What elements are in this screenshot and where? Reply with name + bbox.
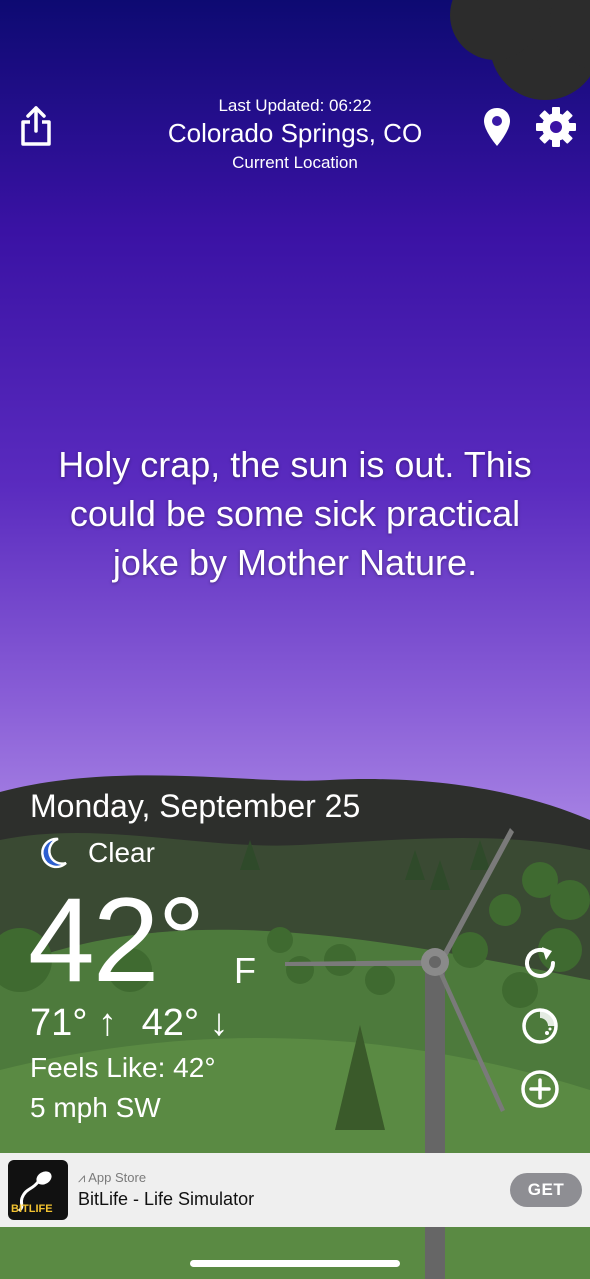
home-indicator[interactable] xyxy=(190,1260,400,1267)
ad-title: BitLife - Life Simulator xyxy=(78,1189,255,1209)
refresh-icon xyxy=(525,947,555,978)
condition-label: Clear xyxy=(88,837,155,868)
location-button[interactable] xyxy=(480,106,514,148)
temperature-unit[interactable]: F xyxy=(234,950,256,992)
forecast-date: Monday, September 25 xyxy=(30,788,361,824)
radar-button[interactable] xyxy=(520,1006,560,1046)
settings-button[interactable] xyxy=(533,104,579,150)
bitlife-app-icon: BITLIFE xyxy=(8,1160,68,1220)
ad-banner[interactable]: BITLIFE ⩘ App Store BitLife - Life Simul… xyxy=(0,1153,590,1227)
get-button[interactable]: GET xyxy=(510,1173,582,1207)
current-temperature: 42° xyxy=(28,873,205,1007)
app-store-icon: ⩘ xyxy=(78,1170,86,1185)
moon-icon xyxy=(41,837,67,869)
bitlife-logo-text: BITLIFE xyxy=(11,1203,53,1215)
radar-icon xyxy=(522,1008,558,1044)
weather-quote: Holy crap, the sun is out. This could be… xyxy=(58,444,532,583)
gear-icon xyxy=(536,107,576,147)
ad-store-label: ⩘ App Store xyxy=(78,1170,147,1185)
high-low-temps: 71° ↑ 42° ↓ xyxy=(30,1002,229,1045)
low-temp: 42° ↓ xyxy=(141,1002,229,1044)
wind-info: 5 mph SW xyxy=(30,1092,161,1123)
cloud-decoration xyxy=(430,0,590,100)
high-temp: 71° ↑ xyxy=(30,1002,118,1044)
condition-row: Clear xyxy=(36,836,155,870)
refresh-button[interactable] xyxy=(520,943,560,983)
feels-like: Feels Like: 42° xyxy=(30,1052,216,1083)
location-label: Current Location xyxy=(232,153,358,172)
location-pin-icon xyxy=(484,108,510,146)
add-icon xyxy=(521,1070,559,1108)
add-button[interactable] xyxy=(520,1069,560,1109)
